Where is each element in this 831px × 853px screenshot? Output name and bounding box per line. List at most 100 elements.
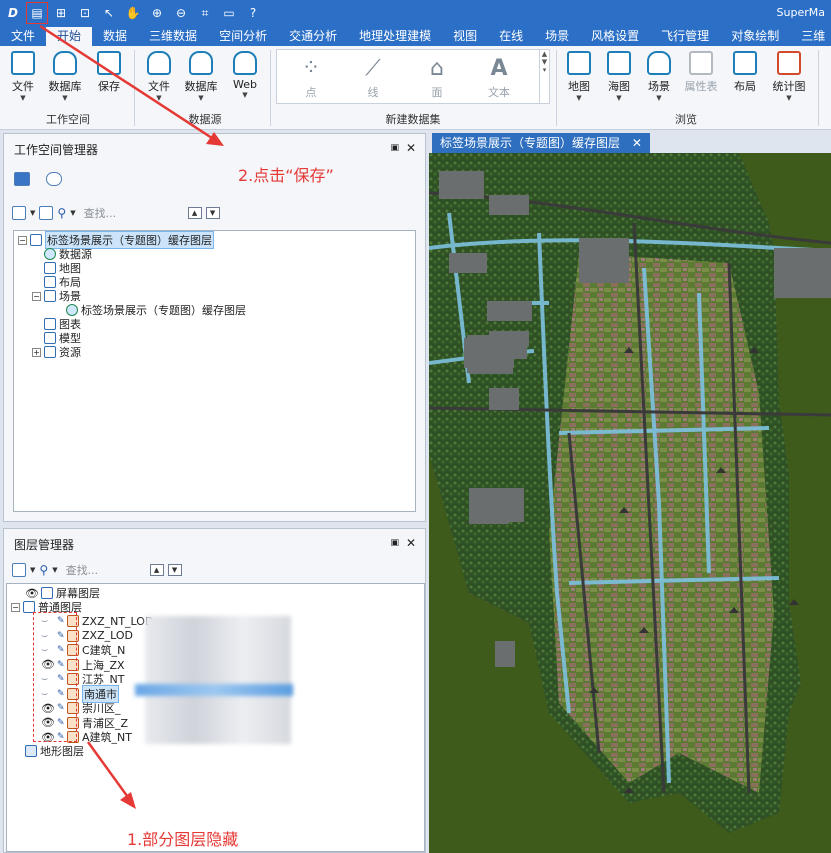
save-workspace-icon[interactable] [39, 206, 54, 220]
zoom-in-icon[interactable]: ⊕ [146, 2, 168, 24]
scene-globe-node-icon [66, 304, 78, 316]
menu-style[interactable]: 风格设置 [580, 27, 650, 46]
ws-database-button[interactable]: 数据库 ▼ [44, 51, 86, 102]
menu-flight[interactable]: 飞行管理 [650, 27, 720, 46]
layer-manager-title: 图层管理器 [14, 537, 75, 552]
folder-icon[interactable]: ▭ [218, 2, 240, 24]
ds-web-button[interactable]: Web ▼ [224, 51, 266, 99]
datasource-file-icon [147, 51, 171, 75]
tree-root-workspace[interactable]: − 标签场景展示（专题图）缓存图层 [18, 231, 214, 249]
tree-map[interactable]: 地图 [44, 261, 81, 275]
menu-file[interactable]: 文件 [0, 27, 46, 46]
menu-geoprocessing[interactable]: 地理处理建模 [348, 27, 442, 46]
tree-resource[interactable]: + 资源 [32, 345, 81, 359]
map-icon [567, 51, 591, 75]
save-icon[interactable]: ▤ [26, 2, 48, 24]
tree-layout[interactable]: 布局 [44, 275, 81, 289]
add-layer-icon[interactable] [12, 563, 26, 577]
search-prev-button[interactable]: ▲ [187, 207, 202, 219]
tree-datasource[interactable]: 数据源 [44, 247, 92, 261]
full-extent-icon[interactable]: ⌗ [194, 2, 216, 24]
layer-search-icon[interactable]: ⚲ [39, 563, 48, 577]
browse-statmap-button[interactable]: 统计图 ▼ [768, 51, 810, 102]
workspace-search-input[interactable]: 查找... [84, 205, 164, 221]
help-icon[interactable]: ? [242, 2, 264, 24]
menu-view[interactable]: 视图 [442, 27, 488, 46]
browse-layout-button[interactable]: 布局 [724, 51, 766, 94]
save-button[interactable]: 保存 [88, 51, 130, 94]
group-label-workspace: 工作空间 [46, 113, 90, 126]
terrain-layer-node[interactable]: 地形图层 [25, 744, 84, 758]
group-label-datasource: 数据源 [188, 113, 222, 126]
ds-file-button[interactable]: 文件 ▼ [138, 51, 180, 102]
layer-search-prev-button[interactable]: ▲ [149, 564, 164, 576]
layer-name: A建筑_NT [82, 731, 132, 744]
point-icon: ⁘ [301, 56, 321, 81]
tree-scene-child[interactable]: 标签场景展示（专题图）缓存图层 [66, 303, 246, 317]
browse-chart-button[interactable]: 海图 ▼ [598, 51, 640, 102]
datasource-database-icon [189, 51, 213, 75]
menu-traffic-analysis[interactable]: 交通分析 [278, 27, 348, 46]
menu-more[interactable]: 三维 [790, 27, 831, 46]
open-icon[interactable]: ⊡ [74, 2, 96, 24]
menu-object-draw[interactable]: 对象绘制 [720, 27, 790, 46]
screen-layer-node[interactable]: 👁 屏幕图层 [25, 586, 100, 601]
layer-close-icon[interactable]: ✕ [406, 536, 416, 550]
open-workspace-icon[interactable] [12, 206, 26, 220]
scene-tab-bar: 标签场景展示（专题图）缓存图层 ✕ [429, 131, 831, 153]
menu-start[interactable]: 开始 [46, 27, 93, 46]
close-icon[interactable]: ✕ [406, 141, 416, 155]
menu-scene[interactable]: 场景 [534, 27, 580, 46]
new-region-button[interactable]: ⌂ 面 [415, 54, 459, 100]
menu-online[interactable]: 在线 [488, 27, 534, 46]
nautical-chart-icon [607, 51, 631, 75]
search-next-button[interactable]: ▼ [205, 207, 220, 219]
new-icon[interactable]: ⊞ [50, 2, 72, 24]
pan-icon[interactable]: ✋ [122, 2, 144, 24]
workspace-tab-icon[interactable] [14, 172, 30, 186]
layer-search-input[interactable]: 查找... [66, 562, 146, 578]
tree-scene[interactable]: − 场景 [32, 289, 81, 303]
layer-tab-icon[interactable] [46, 172, 62, 186]
layer-manager-panel: 图层管理器 ▣ ✕ ▼ ⚲ ▼ 查找... ▲ ▼ 👁 屏幕图层 − 普通图层 ⌣… [3, 528, 426, 853]
group-label-browse: 浏览 [675, 113, 697, 126]
text-icon: A [490, 56, 508, 81]
search-icon[interactable]: ⚲ [57, 206, 66, 220]
browse-map-button[interactable]: 地图 ▼ [558, 51, 600, 102]
menu-bar: 文件 开始 数据 三维数据 空间分析 交通分析 地理处理建模 视图 在线 场景 … [0, 26, 831, 46]
scene-tab[interactable]: 标签场景展示（专题图）缓存图层 ✕ [432, 133, 650, 153]
layer-pin-icon[interactable]: ▣ [390, 538, 399, 548]
chart-node-icon [44, 318, 56, 330]
save-disk-icon [97, 51, 121, 75]
menu-3d-data[interactable]: 三维数据 [138, 27, 208, 46]
ws-file-button[interactable]: 文件 ▼ [2, 51, 44, 102]
visible-eye-icon[interactable]: 👁 [25, 587, 41, 600]
new-line-button[interactable]: ⟋ 线 [351, 54, 395, 100]
resource-node-icon [44, 346, 56, 358]
browse-attr-button: 属性表 [680, 51, 722, 94]
tree-chart[interactable]: 图表 [44, 317, 81, 331]
new-point-button[interactable]: ⁘ 点 [289, 54, 333, 100]
pin-icon[interactable]: ▣ [390, 143, 399, 153]
menu-data[interactable]: 数据 [92, 27, 138, 46]
scene-view[interactable] [429, 153, 831, 853]
workspace-manager-title: 工作空间管理器 [14, 142, 99, 157]
layout-node-icon [44, 276, 56, 288]
screen-layer-icon [41, 587, 53, 599]
tab-close-icon[interactable]: ✕ [632, 136, 642, 150]
browse-scene-button[interactable]: 场景 ▼ [638, 51, 680, 102]
layer-name: ZXZ_LOD [82, 629, 133, 642]
zoom-out-icon[interactable]: ⊖ [170, 2, 192, 24]
ds-database-button[interactable]: 数据库 ▼ [180, 51, 222, 102]
menu-spatial-analysis[interactable]: 空间分析 [208, 27, 278, 46]
layer-search-next-button[interactable]: ▼ [167, 564, 182, 576]
new-text-button[interactable]: A 文本 [477, 54, 521, 100]
app-logo-icon[interactable]: D [2, 2, 24, 24]
model-node-icon [44, 332, 56, 344]
ribbon: 文件 ▼ 数据库 ▼ 保存 工作空间 文件 ▼ 数据库 ▼ Web ▼ 数据源 ⁘ 点 ⟋… [0, 46, 831, 130]
tree-model[interactable]: 模型 [44, 331, 81, 345]
web-datasource-icon [233, 51, 257, 75]
select-icon[interactable]: ↖ [98, 2, 120, 24]
gallery-scroll[interactable]: ▲ ▼ ▾ [539, 50, 549, 103]
workspace-file-icon [11, 51, 35, 75]
